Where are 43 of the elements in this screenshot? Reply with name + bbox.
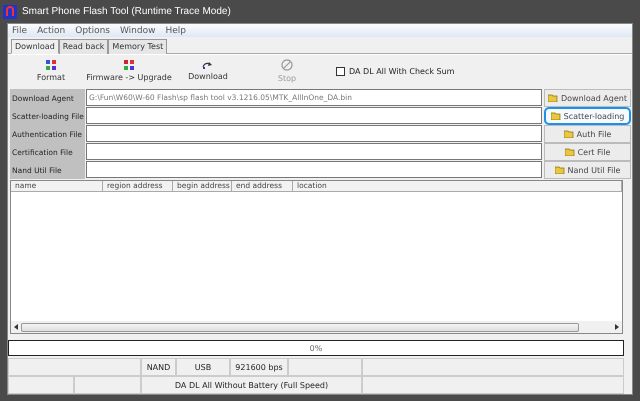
file-path-field[interactable] bbox=[86, 161, 542, 178]
curved-arrow-icon bbox=[202, 61, 214, 69]
empty-status-cell bbox=[74, 376, 141, 394]
window-title: Smart Phone Flash Tool (Runtime Trace Mode) bbox=[22, 6, 231, 17]
tab[interactable]: Memory Test bbox=[108, 39, 168, 54]
status-cell: DA DL All Without Battery (Full Speed) bbox=[141, 376, 362, 394]
folder-icon bbox=[564, 130, 574, 138]
tab[interactable]: Read back bbox=[58, 39, 108, 54]
stop-icon bbox=[281, 59, 293, 71]
scroll-left-icon[interactable] bbox=[14, 324, 18, 330]
toolbar-button[interactable]: Format bbox=[16, 60, 86, 82]
file-path-field[interactable] bbox=[86, 143, 542, 160]
status-cell: 921600 bps bbox=[230, 358, 288, 376]
progress-label: 0% bbox=[310, 344, 322, 352]
folder-icon bbox=[554, 166, 565, 174]
browse-button[interactable]: Cert File bbox=[544, 143, 631, 161]
toolbar-button[interactable]: Firmware -> Upgrade bbox=[86, 60, 172, 82]
empty-status-cell bbox=[8, 376, 74, 394]
folder-icon bbox=[564, 148, 575, 156]
menu-item[interactable]: Help bbox=[165, 26, 186, 36]
menu-item[interactable]: Action bbox=[37, 26, 66, 36]
colored-squares-icon bbox=[124, 60, 134, 70]
checkbox[interactable] bbox=[336, 66, 345, 76]
checkbox-label: DA DL All With Check Sum bbox=[349, 66, 454, 76]
toolbar-button[interactable]: Download bbox=[172, 61, 244, 81]
file-path-field[interactable] bbox=[86, 125, 542, 142]
menu-item[interactable]: Options bbox=[75, 26, 110, 36]
browse-button[interactable]: Nand Util File bbox=[544, 161, 631, 179]
browse-button[interactable]: Download Agent bbox=[544, 89, 631, 107]
status-cell: USB bbox=[176, 358, 230, 376]
tab[interactable]: Download bbox=[11, 39, 59, 54]
file-path-field[interactable] bbox=[86, 107, 542, 124]
menu-item[interactable]: File bbox=[12, 26, 28, 36]
colored-squares-icon bbox=[46, 60, 56, 70]
scrollbar-thumb[interactable] bbox=[21, 322, 579, 332]
browse-button[interactable]: Scatter-loading bbox=[544, 107, 631, 125]
folder-icon bbox=[550, 112, 561, 120]
folder-icon bbox=[548, 94, 558, 102]
menu-item[interactable]: Window bbox=[120, 26, 156, 36]
app-icon bbox=[3, 4, 17, 18]
status-cell: NAND bbox=[141, 358, 176, 376]
scroll-right-icon[interactable] bbox=[615, 324, 619, 330]
browse-button[interactable]: Auth File bbox=[544, 125, 631, 143]
